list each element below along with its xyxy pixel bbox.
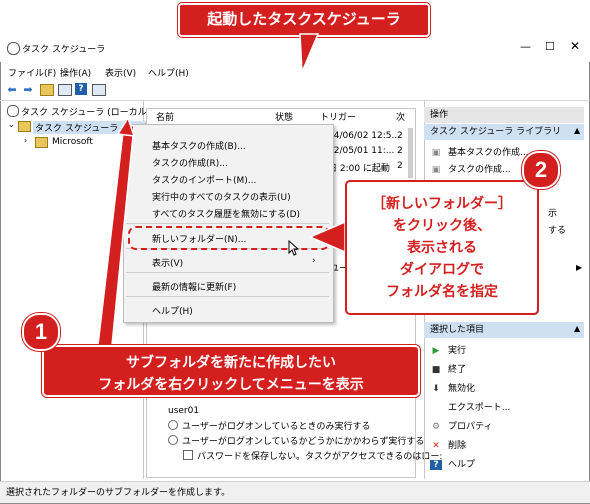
arrow-to-titlebar [299, 33, 320, 73]
arrow-to-library [97, 123, 135, 346]
callout-step2: ［新しいフォルダー］ をクリック後、 表示される ダイアログで フォルダ名を指定 [345, 180, 539, 315]
step-badge-2: 2 [522, 151, 560, 189]
callout-step1: サブフォルダを新たに作成したい フォルダを右クリックしてメニューを表示 [42, 345, 420, 397]
step-badge-1: 1 [22, 313, 60, 351]
arrow-to-new-folder [308, 220, 346, 254]
arrow-head-library [116, 116, 136, 137]
